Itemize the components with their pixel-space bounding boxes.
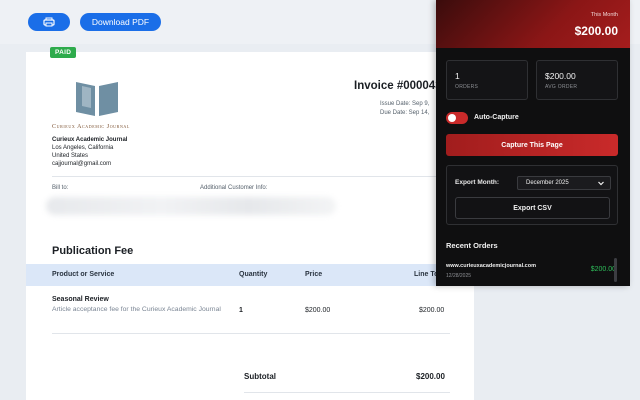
item-quantity: 1 [239, 307, 243, 314]
print-button[interactable] [28, 13, 70, 31]
stat-avg-label: AVG ORDER [545, 84, 578, 90]
col-quantity: Quantity [239, 271, 268, 278]
invoice-document: PAID Curieux Academic Journal Curieux Ac… [26, 47, 474, 400]
stat-orders-value: 1 [455, 71, 460, 81]
col-price: Price [305, 271, 323, 278]
invoice-dates: Issue Date: Sep 9, Due Date: Sep 14, [380, 100, 429, 118]
order-date: 12/28/2025 [446, 273, 472, 279]
status-badge: PAID [50, 47, 77, 58]
recent-orders-title: Recent Orders [446, 241, 498, 250]
sender-country: United States [52, 153, 89, 159]
export-month-select[interactable]: December 2025 [517, 176, 611, 190]
capture-page-button[interactable]: Capture This Page [446, 134, 618, 156]
stat-orders: 1 ORDERS [446, 60, 528, 100]
export-csv-button[interactable]: Export CSV [455, 197, 610, 219]
order-tracker-panel: This Month $200.00 1 ORDERS $200.00 AVG … [436, 0, 630, 286]
panel-scrollbar[interactable] [614, 258, 617, 282]
sender-address: Curieux Academic Journal Los Angeles, Ca… [52, 136, 127, 168]
export-section: Export Month: December 2025 Export CSV [446, 165, 618, 225]
row-divider [52, 333, 450, 334]
period-label: This Month [590, 12, 618, 18]
printer-icon [43, 17, 55, 27]
stat-orders-label: ORDERS [455, 84, 479, 90]
subtotal-label: Subtotal [244, 372, 276, 381]
export-month-value: December 2025 [526, 180, 569, 186]
subtotal-value: $200.00 [416, 372, 445, 381]
redacted-customer-info [46, 197, 336, 215]
subtotal-divider [244, 392, 450, 393]
table-header: Product or Service Quantity Price Line T… [26, 264, 474, 286]
order-amount: $200.00 [590, 266, 616, 273]
bill-to-label: Bill to: [52, 185, 69, 191]
item-price: $200.00 [305, 307, 331, 314]
col-product: Product or Service [52, 271, 115, 278]
issue-date: Issue Date: Sep 9, [380, 101, 430, 107]
auto-capture-toggle[interactable] [446, 112, 468, 124]
export-month-label: Export Month: [455, 179, 500, 186]
header-divider [52, 176, 450, 177]
chevron-down-icon [598, 181, 604, 186]
journal-logo-text: Curieux Academic Journal [52, 124, 130, 130]
due-date: Due Date: Sep 14, [380, 110, 430, 116]
item-description: Article acceptance fee for the Curieux A… [52, 306, 221, 313]
order-site: www.curieuxacademicjournal.com [446, 263, 536, 269]
additional-info-label: Additional Customer Info: [200, 185, 268, 191]
panel-header: This Month $200.00 [436, 0, 630, 48]
item-name: Seasonal Review [52, 296, 109, 303]
stat-avg-value: $200.00 [545, 71, 576, 81]
download-pdf-button[interactable]: Download PDF [80, 13, 161, 31]
auto-capture-label: Auto-Capture [474, 114, 519, 121]
list-item[interactable]: www.curieuxacademicjournal.com 12/28/202… [436, 258, 630, 286]
section-title: Publication Fee [52, 245, 134, 257]
period-total: $200.00 [574, 24, 618, 38]
table-row: Seasonal Review Article acceptance fee f… [26, 290, 474, 332]
sender-name: Curieux Academic Journal [52, 137, 128, 143]
sender-email: cajjournal@gmail.com [52, 161, 112, 167]
invoice-title: Invoice #000043 [354, 80, 442, 92]
stat-avg-order: $200.00 AVG ORDER [536, 60, 618, 100]
toggle-knob [448, 114, 456, 122]
sender-city: Los Angeles, California [52, 145, 114, 151]
item-line-total: $200.00 [419, 307, 445, 314]
book-logo-icon [76, 82, 118, 116]
